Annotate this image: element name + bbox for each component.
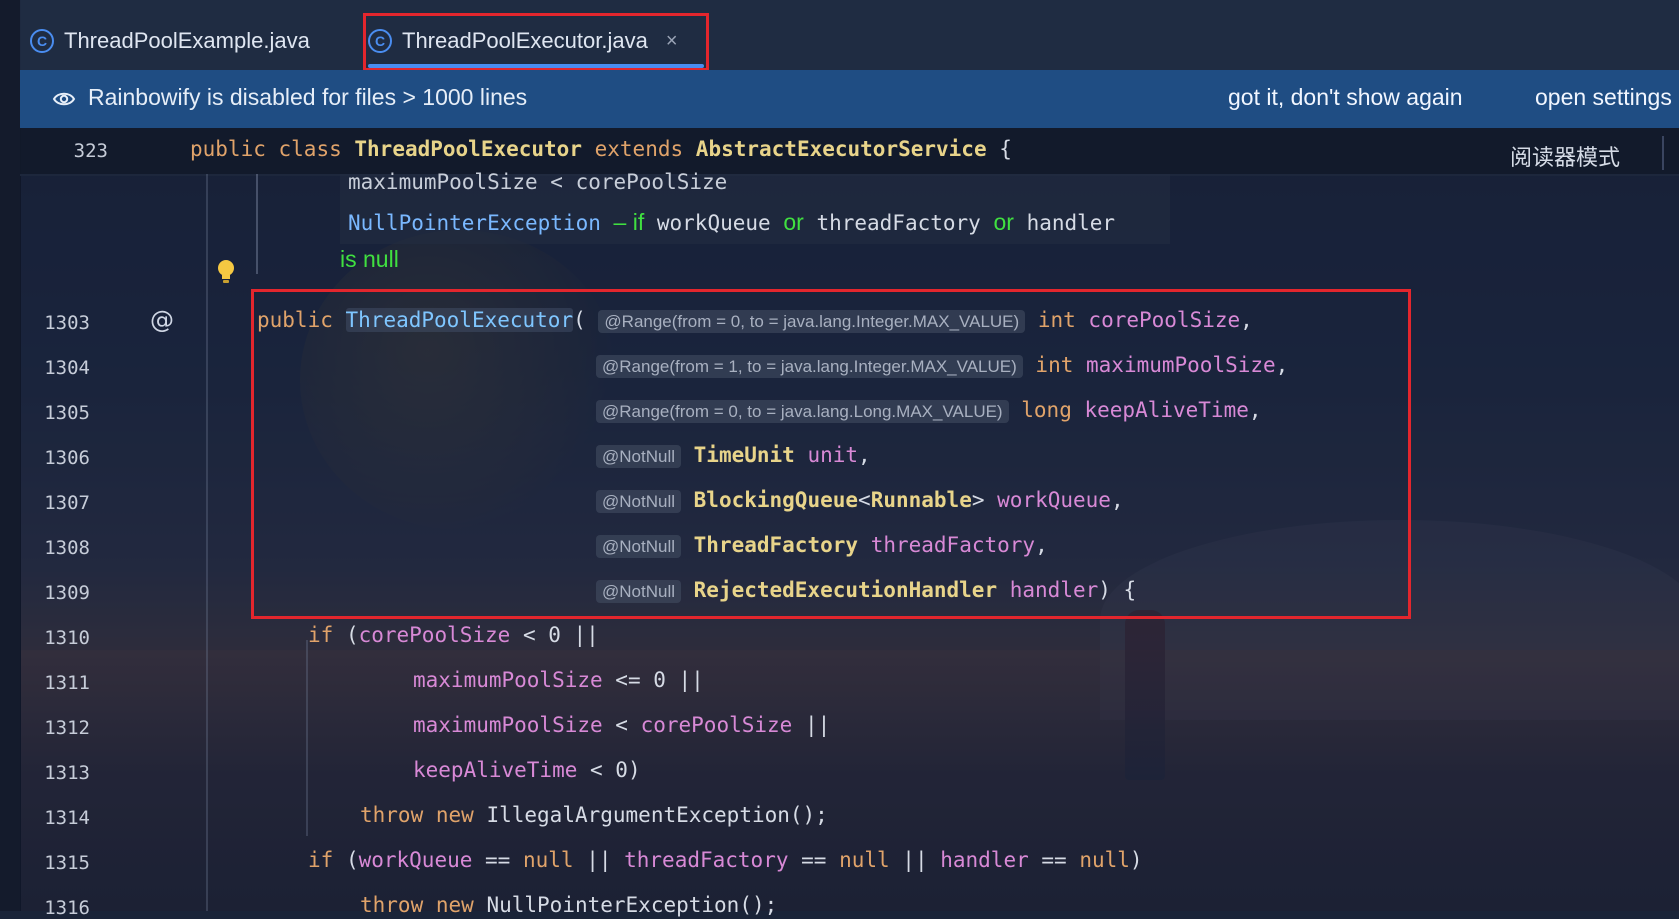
override-marker-icon[interactable]: @ [150,306,174,334]
java-class-icon: C [30,29,54,53]
keyword: throw [360,893,424,917]
banner-message: Rainbowify is disabled for files > 1000 … [88,84,528,110]
keyword: extends [594,137,684,161]
gutter-divider [206,174,208,911]
line-number: 1315 [44,852,90,874]
exception-link[interactable]: NullPointerException [348,211,601,235]
operator: || [889,848,941,872]
line-number: 1304 [44,357,90,379]
line-number: 1314 [44,807,90,829]
variable: corePoolSize [358,623,511,647]
class-name: ThreadPoolExecutor [354,137,582,161]
code-line: if (corePoolSize < 0 || [308,623,599,647]
code-line: keepAliveTime < 0) [413,758,641,782]
null-keyword: null [1079,848,1130,872]
keyword: public [190,137,266,161]
code-line: maximumPoolSize <= 0 || [413,668,704,692]
variable: handler [940,848,1029,872]
doc-code: threadFactory [816,211,981,235]
keyword: new [435,803,474,827]
variable: maximumPoolSize [413,668,603,692]
variable: workQueue [358,848,473,872]
operator: || [573,848,625,872]
doc-line: NullPointerException – if workQueue or t… [348,209,1115,236]
keyword: if [308,848,334,872]
code-line: throw new IllegalArgumentException(); [360,803,828,827]
annotation-highlight-constructor [251,289,1411,619]
operator: == [1028,848,1080,872]
operator: < [602,713,641,737]
divider [1662,136,1664,170]
line-number: 1310 [44,627,90,649]
operator: < 0 || [510,623,599,647]
null-keyword: null [522,848,574,872]
code-line: throw new NullPointerException(); [360,893,777,917]
reader-mode-toggle[interactable]: 阅读器模式 [1510,140,1620,172]
null-keyword: null [839,848,890,872]
keyword: if [308,623,334,647]
operator: <= 0 || [602,668,704,692]
annotation-highlight-tab [363,13,709,71]
variable: corePoolSize [640,713,793,737]
editor-tab-bar: C ThreadPoolExample.java C ThreadPoolExe… [20,0,1679,71]
active-tab-indicator [368,64,704,68]
super-class-name: AbstractExecutorService [695,137,987,161]
line-number: 1306 [44,447,90,469]
open-settings-link[interactable]: open settings [1535,84,1672,111]
paren: ) [1129,848,1143,872]
code-line: maximumPoolSize < corePoolSize || [413,713,830,737]
operator: == [472,848,523,872]
operator: || [792,713,831,737]
operator: == [788,848,840,872]
doc-text: or [993,209,1014,235]
line-number: 1307 [44,492,90,514]
line-number: 1308 [44,537,90,559]
notification-banner: Rainbowify is disabled for files > 1000 … [20,70,1679,128]
lightbulb-icon[interactable] [216,258,236,286]
variable: maximumPoolSize [413,713,603,737]
line-number: 1305 [44,402,90,424]
doc-line: maximumPoolSize < corePoolSize [348,170,728,194]
rendered-doc-bar [256,174,258,274]
keyword: throw [360,803,424,827]
tab-label: ThreadPoolExample.java [64,28,310,53]
line-number: 1316 [44,897,90,919]
doc-code: handler [1026,211,1116,235]
line-number: 323 [73,140,108,162]
keyword: class [278,137,342,161]
brace: { [999,137,1012,161]
expression: IllegalArgumentException(); [473,803,828,827]
sticky-header-line: 323 public class ThreadPoolExecutor exte… [20,128,1679,176]
sticky-code: public class ThreadPoolExecutor extends … [190,137,1012,161]
paren: ( [333,848,359,872]
doc-text: or [783,209,804,235]
code-line: if (workQueue == null || threadFactory =… [308,848,1143,872]
operator: < 0) [577,758,641,782]
line-number: 1309 [44,582,90,604]
expression: NullPointerException(); [473,893,778,917]
doc-code: workQueue [656,211,771,235]
variable: threadFactory [624,848,789,872]
variable: keepAliveTime [413,758,578,782]
line-number: 1312 [44,717,90,739]
line-number: 1303 [44,312,90,334]
line-number: 1311 [44,672,90,694]
keyword: new [435,893,474,917]
line-number: 1313 [44,762,90,784]
paren: ( [333,623,359,647]
eye-icon [52,92,76,106]
tab-threadpoolexample[interactable]: C ThreadPoolExample.java [30,14,310,68]
got-it-link[interactable]: got it, don't show again [1228,84,1463,111]
indent-guide [306,640,308,836]
doc-text: is null [340,246,399,272]
doc-text: – if [613,209,645,235]
